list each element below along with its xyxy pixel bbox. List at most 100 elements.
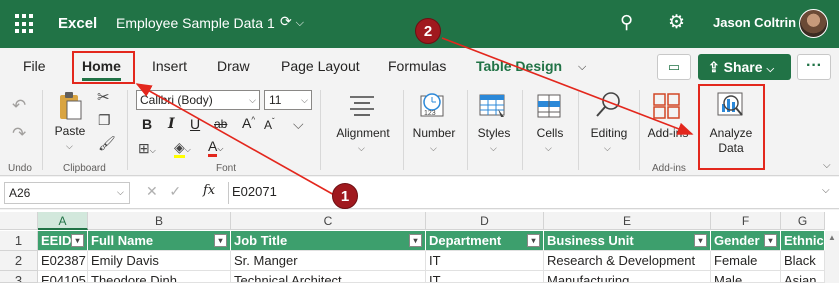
table-header-cell[interactable]: Job Title ▾ [231,231,426,251]
vertical-scrollbar[interactable]: ▲ [825,231,839,283]
column-header-e[interactable]: E [544,212,711,230]
tab-page-layout[interactable]: Page Layout [281,58,360,74]
underline-button[interactable]: U [190,116,200,132]
more-tabs-chevron-icon[interactable]: ⌵ [578,61,586,74]
tab-draw[interactable]: Draw [217,58,250,74]
table-header-cell[interactable]: Department ▾ [426,231,544,251]
alignment-button[interactable]: Alignment [330,126,396,140]
table-cell[interactable]: Sr. Manger [231,251,426,271]
table-cell[interactable]: Asian [781,271,825,283]
table-cell[interactable]: IT [426,251,544,271]
cells-button[interactable]: Cells [530,126,570,140]
alignment-icon[interactable] [347,93,377,117]
number-format-icon[interactable]: 123 [418,90,448,120]
select-all-corner[interactable] [0,212,38,230]
addins-button[interactable]: Add-ins [646,126,690,140]
chevron-down-icon[interactable]: ⌵ [66,141,73,152]
table-cell[interactable]: Emily Davis [88,251,231,271]
cells-icon[interactable] [535,92,565,120]
font-color-icon[interactable]: A⌵ [208,138,223,157]
tab-formulas[interactable]: Formulas [388,58,446,74]
app-name[interactable]: Excel [58,15,97,32]
addins-icon[interactable] [652,92,682,120]
column-header-g[interactable]: G [781,212,825,230]
strikethrough-button[interactable]: ab [214,117,227,131]
gear-icon[interactable]: ⚙ [668,11,685,34]
chevron-down-icon[interactable]: ⌵ [358,143,365,154]
number-button[interactable]: Number [408,126,460,140]
expand-formula-bar-icon[interactable]: ⌵ [822,185,830,196]
row-header[interactable]: 2 [0,251,38,271]
name-box[interactable]: A26 [4,182,130,204]
table-header-cell[interactable]: EEID ▾ [38,231,88,251]
table-header-cell[interactable]: Ethnici [781,231,825,251]
font-size-select[interactable]: 11 ⌵ [264,90,312,110]
row-header[interactable]: 1 [0,231,38,251]
waffle-icon[interactable] [15,14,35,34]
user-name[interactable]: Jason Coltrin [713,15,796,30]
undo-icon[interactable]: ↶ [12,96,26,116]
chevron-down-icon[interactable]: ⌵ [117,187,124,198]
table-cell[interactable]: Research & Development [544,251,711,271]
table-cell[interactable]: IT [426,271,544,283]
filter-dropdown-icon[interactable]: ▾ [694,234,707,247]
table-header-cell[interactable]: Full Name ▾ [88,231,231,251]
scroll-up-icon[interactable]: ▲ [828,233,836,242]
formula-input[interactable]: E02071 [228,182,834,204]
table-cell[interactable]: Theodore Dinh [88,271,231,283]
table-header-cell[interactable]: Business Unit ▾ [544,231,711,251]
comments-button[interactable]: ▭ [657,54,691,80]
row-header[interactable]: 3 [0,271,38,283]
autosave-icon[interactable]: ⟳ ⌵ [280,13,304,30]
italic-button[interactable]: I [168,116,175,132]
more-font-options-icon[interactable]: ⌵ [293,116,304,133]
avatar[interactable] [799,9,828,38]
cancel-confirm-icons[interactable]: ✕ ✓ [146,183,181,200]
chevron-down-icon[interactable]: ⌵ [490,143,497,154]
more-options-button[interactable]: ··· [797,54,831,80]
copy-icon[interactable]: ❐ [98,112,111,129]
column-header-c[interactable]: C [231,212,426,230]
filter-dropdown-icon[interactable]: ▾ [527,234,540,247]
filter-dropdown-icon[interactable]: ▾ [409,234,422,247]
chevron-down-icon[interactable]: ⌵ [296,17,304,29]
cancel-icon[interactable]: ✕ [146,183,158,199]
paste-icon[interactable] [56,90,84,122]
borders-icon[interactable]: ⊞⌵ [138,140,156,157]
document-title[interactable]: Employee Sample Data 1 [116,15,275,31]
styles-button[interactable]: Styles [474,126,514,140]
column-header-d[interactable]: D [426,212,544,230]
column-header-f[interactable]: F [711,212,781,230]
filter-dropdown-icon[interactable]: ▾ [764,234,777,247]
cut-icon[interactable]: ✂ [97,88,110,106]
font-name-select[interactable]: Calibri (Body) ⌵ [136,90,260,110]
chevron-down-icon[interactable]: ⌵ [604,143,611,154]
fill-color-icon[interactable]: ◈⌵ [174,139,191,158]
increase-font-icon[interactable]: A^ [242,115,255,131]
paste-button[interactable]: Paste [52,124,88,138]
format-painter-icon[interactable]: 🖌 [98,135,116,152]
tab-table-design[interactable]: Table Design [476,58,562,74]
bold-button[interactable]: B [142,116,152,132]
search-icon[interactable]: ⚲ [620,12,633,33]
table-cell[interactable]: Manufacturing [544,271,711,283]
table-cell[interactable]: Female [711,251,781,271]
table-cell[interactable]: Black [781,251,825,271]
share-button[interactable]: ⇪ Share ⌵ [698,54,791,80]
chevron-down-icon[interactable]: ⌵ [430,143,437,154]
editing-search-icon[interactable] [594,90,624,120]
column-header-b[interactable]: B [88,212,231,230]
filter-dropdown-icon[interactable]: ▾ [214,234,227,247]
decrease-font-icon[interactable]: Aˇ [264,117,275,132]
table-cell[interactable]: E04105 [38,271,88,283]
table-cell[interactable]: Technical Architect [231,271,426,283]
redo-icon[interactable]: ↷ [12,124,26,144]
collapse-ribbon-icon[interactable]: ⌵ [823,160,831,171]
editing-button[interactable]: Editing [586,126,632,140]
table-cell[interactable]: Male [711,271,781,283]
insert-function-button[interactable]: fx [203,183,215,198]
column-header-a[interactable]: A [38,212,88,230]
table-cell[interactable]: E02387 [38,251,88,271]
filter-dropdown-icon[interactable]: ▾ [71,234,84,247]
tab-file[interactable]: File [23,58,46,74]
